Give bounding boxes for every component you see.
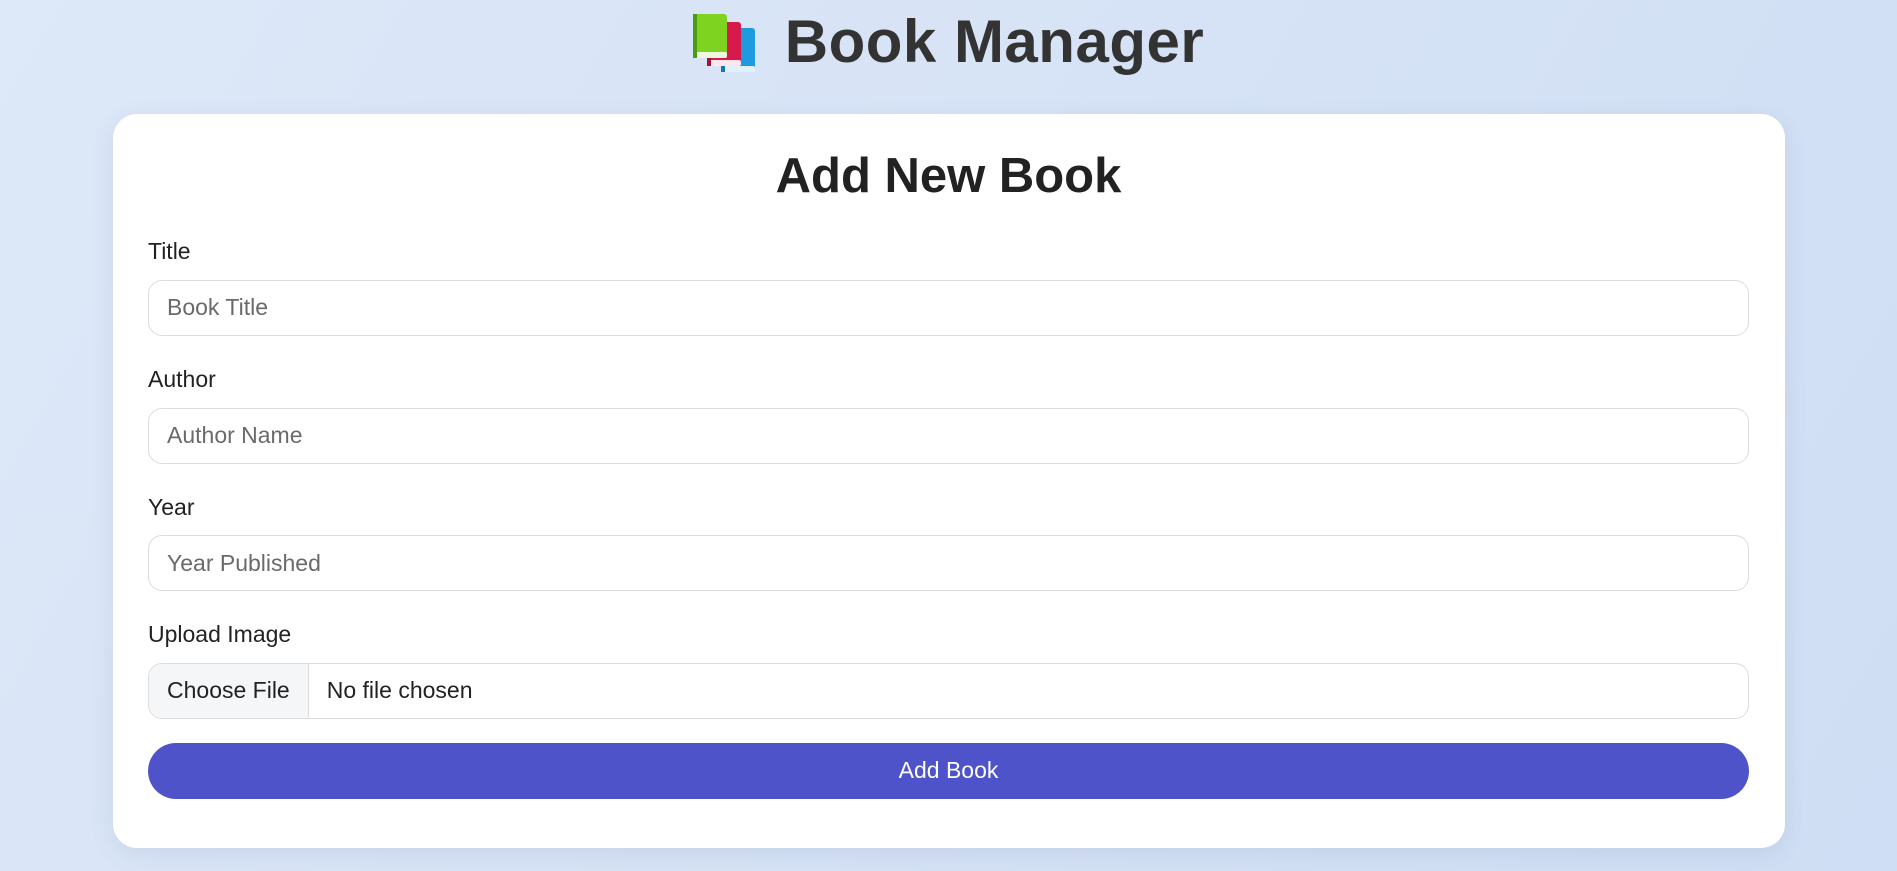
author-input[interactable] bbox=[148, 407, 1749, 464]
author-label: Author bbox=[148, 365, 216, 392]
form-heading: Add New Book bbox=[775, 149, 1122, 203]
choose-file-button[interactable]: Choose File bbox=[149, 663, 309, 718]
app-header: Book Manager bbox=[0, 0, 1897, 84]
file-upload-field[interactable]: Choose File No file chosen bbox=[148, 662, 1749, 719]
add-book-card: Add New Book Title Author Year Upload Im… bbox=[113, 114, 1785, 848]
title-label: Title bbox=[148, 238, 191, 265]
title-input[interactable] bbox=[148, 279, 1749, 336]
books-icon bbox=[692, 14, 757, 74]
year-input[interactable] bbox=[148, 535, 1749, 592]
file-status-text: No file chosen bbox=[326, 677, 473, 704]
year-label: Year bbox=[148, 493, 195, 520]
app-title: Book Manager bbox=[784, 8, 1205, 75]
add-book-button[interactable]: Add Book bbox=[148, 742, 1749, 799]
upload-image-label: Upload Image bbox=[148, 621, 292, 648]
